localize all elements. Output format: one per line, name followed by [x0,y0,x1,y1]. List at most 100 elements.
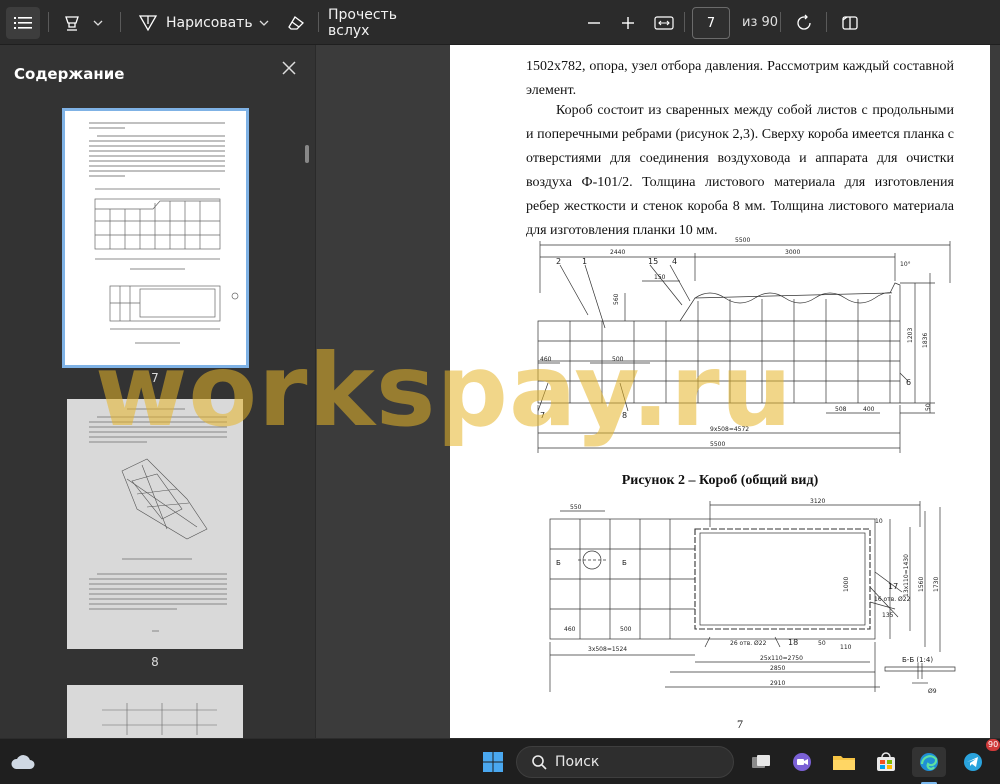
dim-500: 500 [620,626,632,633]
rotate-button[interactable] [790,7,818,39]
dim-3120: 3120 [810,498,825,505]
dim-550: 550 [570,504,582,511]
rotate-icon [797,14,811,30]
part-2: 2 [556,257,561,266]
draw-label: Нарисовать [166,15,253,31]
two-page-icon [842,16,858,30]
part-6: 6 [906,378,911,387]
page-number: 7 [737,717,743,731]
dim-angle: 10° [900,261,911,268]
store-button[interactable] [871,747,901,777]
dim-1730: 1730 [933,577,940,592]
dim-460: 460 [564,626,576,633]
highlighter-icon [65,16,79,31]
dim-13x110: 13x110=1430 [903,554,910,597]
dim-3x508: 3x508=1524 [588,646,627,653]
edge-button[interactable] [912,747,946,777]
close-panel-button[interactable] [278,59,300,81]
thumbnail-page-label: 8 [151,655,159,669]
section-mark-b: Б [622,559,627,567]
chevron-down-icon [93,20,103,26]
watermark: workspay.ru [95,332,793,449]
dim-3000: 3000 [785,249,800,256]
fit-width-icon [654,16,674,30]
store-icon [877,752,895,771]
thumbnail-page-7[interactable] [62,108,249,368]
highlight-button[interactable] [58,7,86,39]
list-icon [14,17,32,29]
close-icon [282,61,296,75]
search-icon [532,755,547,770]
dim-560: 560 [613,293,620,305]
part-1: 1 [582,257,587,266]
plus-icon [622,17,634,29]
panel-scrollbar[interactable] [305,145,309,163]
dim-2910: 2910 [770,680,785,687]
part-4: 4 [672,257,677,266]
taskbar-search[interactable]: Поиск [516,746,734,778]
page-thumbnail-image [102,703,217,735]
dim-10: 10 [875,518,883,525]
search-placeholder: Поиск [555,754,600,770]
dim-400: 400 [863,406,875,413]
telegram-icon [964,753,982,771]
read-aloud-button[interactable]: Прочесть вслух [328,7,438,39]
notification-badge: 90 [986,739,1000,751]
page-number-input[interactable]: 7 [692,7,730,39]
page-view-button[interactable] [836,7,864,39]
contents-title: Содержание [14,65,125,83]
draw-button[interactable]: Нарисовать [132,7,262,39]
section-label: Б-Б (1:4) [902,656,933,664]
dim-diam-9: Ø9 [928,688,937,695]
dim-26-holes: 26 отв. Ø22 [730,640,767,647]
start-button[interactable] [478,747,508,777]
telegram-button[interactable] [958,747,988,777]
dim-25x110: 25x110=2750 [760,655,803,662]
pdf-viewer-window: Нарисовать Прочесть вслух 7 из 90 Содерж… [0,0,1000,784]
contents-toggle-button[interactable] [6,7,40,39]
chat-app-button[interactable] [787,747,817,777]
draw-options-button[interactable] [254,7,274,39]
toolbar: Нарисовать Прочесть вслух 7 из 90 [0,0,1000,45]
dim-1560: 1560 [918,577,925,592]
windows-logo-icon [483,752,503,772]
part-18: 18 [788,638,798,647]
dim-508: 508 [835,406,847,413]
cloud-icon [11,755,35,769]
pen-icon [138,15,158,32]
dim-110: 110 [840,644,852,651]
eraser-icon [288,16,304,30]
part-15: 15 [648,257,658,266]
highlight-options-button[interactable] [88,7,108,39]
dim-1836: 1836 [922,333,929,348]
eraser-button[interactable] [282,7,310,39]
edge-icon [920,753,938,771]
dim-5500: 5500 [735,237,750,244]
taskbar: Поиск 90 [0,738,1000,784]
fit-width-button[interactable] [648,7,680,39]
dim-2850: 2850 [770,665,785,672]
weather-widget[interactable] [8,747,38,777]
page-total-label: из 90 [742,15,779,30]
task-view-icon [752,755,770,768]
page-thumbnail-image [89,122,239,344]
dim-1000: 1000 [843,577,850,592]
thumbnail-page-9[interactable] [67,685,243,738]
drawing-box-plan-view: 3120 550 Б Б 460 500 3x508=1524 26 отв. … [549,498,956,695]
file-explorer-button[interactable] [829,747,859,777]
read-aloud-label: Прочесть вслух [328,7,397,39]
minus-icon [588,22,600,24]
paragraph-1: 1502x782, опора, узел отбора давления. Р… [526,59,954,98]
dim-1203: 1203 [907,328,914,343]
figure-caption: Рисунок 2 – Короб (общий вид) [621,473,819,488]
section-mark-b: Б [556,559,561,567]
meet-icon [793,753,811,771]
paragraph-2: Короб состоит из сваренных между собой л… [526,103,954,238]
dim-135: 135 [882,612,894,619]
dim-2440: 2440 [610,249,625,256]
chevron-down-icon [259,20,269,26]
zoom-in-button[interactable] [614,7,642,39]
zoom-out-button[interactable] [580,7,608,39]
task-view-button[interactable] [746,747,776,777]
dim-150: 150 [654,274,666,281]
